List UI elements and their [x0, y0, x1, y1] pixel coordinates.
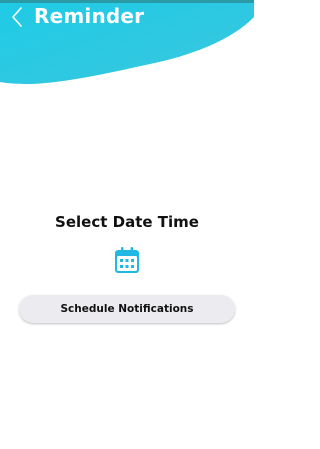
calendar-button[interactable] — [114, 246, 140, 274]
schedule-notifications-button[interactable]: Schedule Notifications — [19, 295, 235, 323]
status-strip — [0, 0, 254, 3]
section-heading: Select Date Time — [55, 213, 199, 231]
chevron-left-icon — [12, 7, 22, 27]
back-button[interactable] — [9, 6, 25, 28]
page-title: Reminder — [34, 4, 145, 28]
schedule-notifications-label: Schedule Notifications — [60, 303, 194, 315]
calendar-icon — [115, 247, 139, 273]
